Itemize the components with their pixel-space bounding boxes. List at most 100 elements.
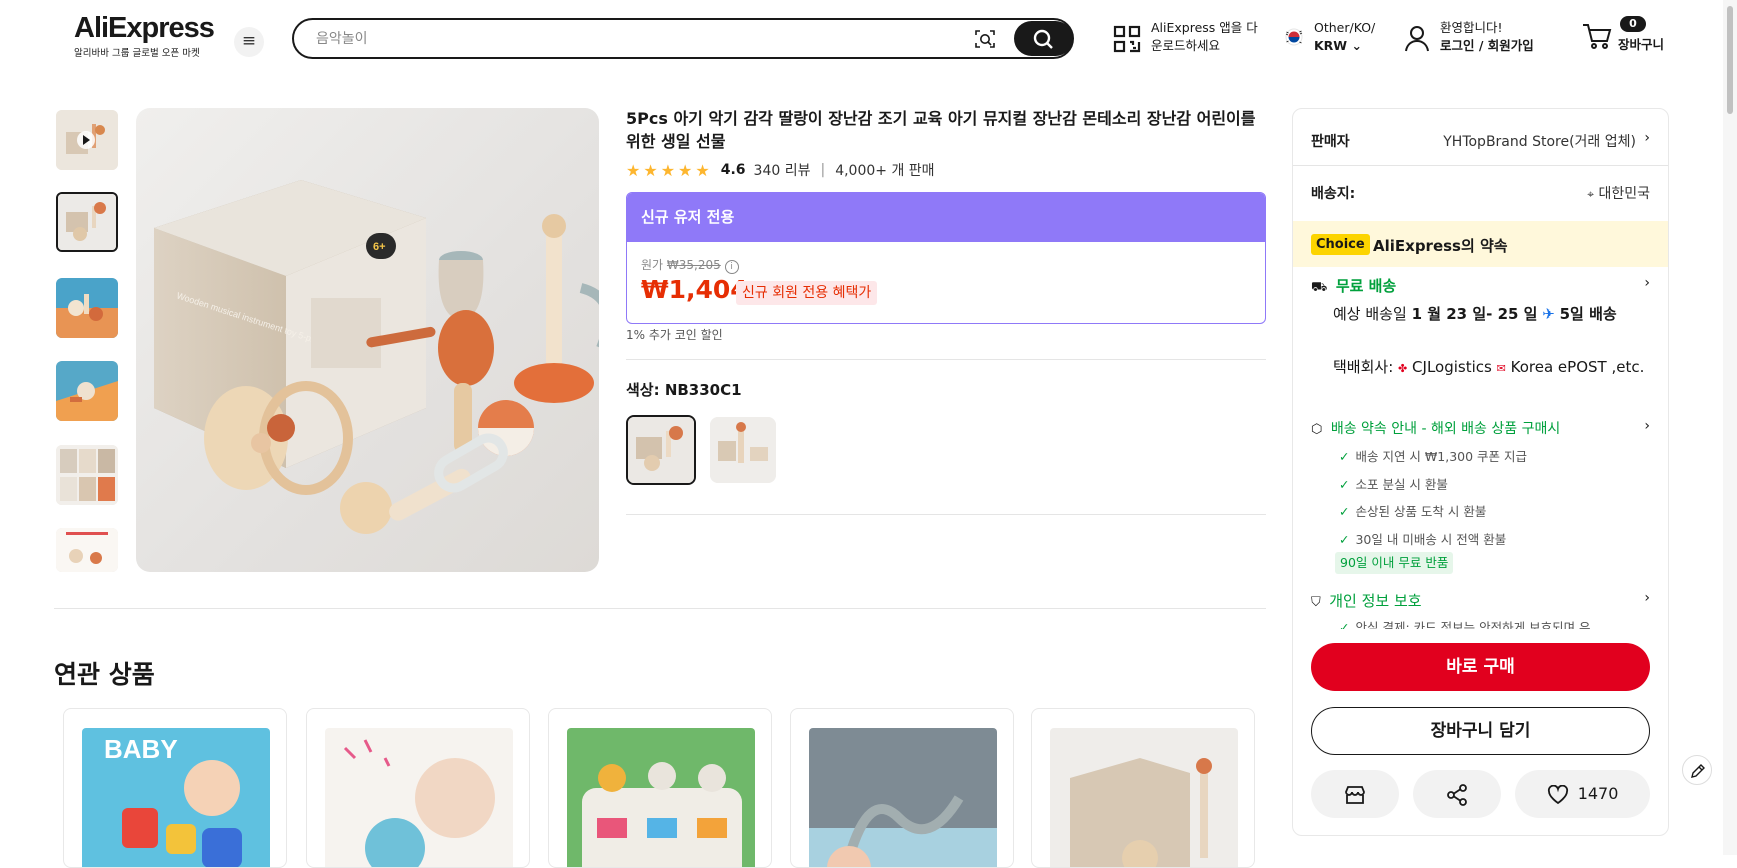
store-icon <box>1345 785 1365 804</box>
ship-to-label: 배송지: <box>1311 186 1356 202</box>
thumb-product-image <box>56 528 118 572</box>
separator: | <box>820 162 826 178</box>
delivery-guarantee-row[interactable]: ⬡ 배송 약속 안내 - 해외 배송 상품 구매시 › <box>1311 418 1650 438</box>
cj-logo-icon: ✤ <box>1398 362 1408 375</box>
search-input[interactable] <box>316 27 936 51</box>
wishlist-button[interactable]: 1470 <box>1515 770 1650 818</box>
rating-row[interactable]: ★ ★ ★ ★ ★ 4.6 340 리뷰 | 4,000+ 개 판매 <box>626 160 935 180</box>
carrier-prefix: 택배회사: <box>1333 358 1394 376</box>
related-product-card[interactable] <box>1031 708 1255 868</box>
ship-to-value: ⌖ 대한민국 <box>1587 183 1650 203</box>
account-greeting: 환영합니다! <box>1440 20 1503 35</box>
baby-text: BABY <box>104 734 178 764</box>
gallery-thumb[interactable] <box>56 528 118 572</box>
shield-icon: ⛉ <box>1311 595 1321 610</box>
related-product-image <box>809 728 997 867</box>
ship-to-row[interactable]: 배송지: ⌖ 대한민국 <box>1311 183 1650 203</box>
search-button[interactable] <box>1014 21 1073 56</box>
swatch-image <box>710 417 776 483</box>
color-label: 색상: NB330C1 <box>626 381 742 399</box>
gallery-thumb[interactable] <box>56 278 118 338</box>
locale-selector[interactable]: Other/KO/ KRW ⌄ <box>1284 18 1384 56</box>
related-product-image: BABY <box>82 728 270 867</box>
related-product-card[interactable] <box>306 708 530 868</box>
product-photo: Wooden musical instrument toy 5-piece se… <box>154 180 599 534</box>
app-download-line1: AliExpress 앱을 다 <box>1151 20 1258 35</box>
location-pin-icon: ⌖ <box>1587 187 1595 201</box>
carrier-cj: CJLogistics <box>1412 358 1492 376</box>
login-signup-link[interactable]: 로그인 / 회원가입 <box>1440 37 1534 55</box>
related-product-card[interactable] <box>548 708 772 868</box>
divider <box>1293 165 1668 166</box>
privacy-item: 안심 결제: 카드 정보는 안전하게 보호되며 유 <box>1339 617 1590 629</box>
gallery-thumb[interactable] <box>56 361 118 421</box>
coin-discount: 1% 추가 코인 할인 <box>626 328 723 342</box>
original-price: 원가 ₩35,205 i <box>641 256 739 274</box>
app-download-line2: 운로드하세요 <box>1151 38 1221 53</box>
review-count[interactable]: 340 리뷰 <box>754 160 811 180</box>
free-shipping-row[interactable]: ⛟ 무료 배송 › <box>1311 275 1650 297</box>
free-shipping-label: 무료 배송 <box>1335 277 1397 295</box>
gallery-thumb[interactable] <box>56 445 118 505</box>
box-badge: 6+ <box>373 241 386 253</box>
divider <box>626 359 1266 360</box>
rating-value: 4.6 <box>720 162 746 178</box>
pencil-icon <box>1691 764 1705 778</box>
search-bar <box>292 18 1074 59</box>
star-icon: ★ <box>678 160 693 180</box>
star-icon: ★ <box>643 160 658 180</box>
sold-count: 4,000+ 개 판매 <box>835 163 935 179</box>
new-member-badge: 신규 회원 전용 혜택가 <box>736 281 878 305</box>
store-button[interactable] <box>1311 770 1399 818</box>
cart-label: 장바구니 <box>1618 37 1665 52</box>
product-photo <box>325 728 513 867</box>
plane-icon: ✈ <box>1542 305 1555 323</box>
site-header: AliExpress 알리바바 그룹 글로벌 오픈 마켓 ≡ AliExpres… <box>0 0 1737 78</box>
seller-row[interactable]: 판매자 YHTopBrand Store(거래 업체) › <box>1311 130 1650 151</box>
image-search-icon[interactable] <box>974 28 996 50</box>
guarantee-item: 손상된 상품 도착 시 환불 <box>1339 501 1486 520</box>
sale-price: ₩1,404 <box>641 275 748 304</box>
thumb-product-image <box>56 445 118 505</box>
box-icon: ⬡ <box>1311 422 1323 437</box>
free-return-badge: 90일 이내 무료 반품 <box>1335 552 1454 574</box>
color-option[interactable] <box>710 417 776 483</box>
ship-to-country: 대한민국 <box>1598 186 1650 202</box>
menu-button[interactable]: ≡ <box>234 27 264 57</box>
search-icon <box>1033 29 1053 49</box>
thumb-product-image <box>58 194 116 250</box>
user-icon <box>1405 26 1429 52</box>
feedback-button[interactable] <box>1682 755 1712 785</box>
product-title: 5Pcs 아기 악기 감각 딸랑이 장난감 조기 교육 아기 뮤지컬 장난감 몬… <box>626 109 1256 151</box>
delivery-dates: 1 월 23 일- 25 일 <box>1411 305 1538 323</box>
guarantee-item: 소포 분실 시 환불 <box>1339 474 1447 493</box>
related-product-card[interactable] <box>790 708 1014 868</box>
seller-name[interactable]: YHTopBrand Store(거래 업체) <box>1443 131 1636 151</box>
logo-subtitle: 알리바바 그룹 글로벌 오픈 마켓 <box>74 48 200 59</box>
gallery-thumb-video[interactable] <box>56 110 118 170</box>
delivery-estimate: 예상 배송일 1 월 23 일- 25 일 ✈ 5일 배송 <box>1333 302 1651 326</box>
account-menu[interactable]: 환영합니다! 로그인 / 회원가입 <box>1404 18 1544 56</box>
product-photo <box>567 728 755 867</box>
add-to-cart-button[interactable]: 장바구니 담기 <box>1311 707 1650 755</box>
related-product-card[interactable]: BABY <box>63 708 287 868</box>
color-option-selected[interactable] <box>626 415 696 485</box>
related-product-image <box>567 728 755 867</box>
share-button[interactable] <box>1413 770 1501 818</box>
cart-count-badge: 0 <box>1620 16 1646 32</box>
buy-now-button[interactable]: 바로 구매 <box>1311 643 1650 691</box>
guarantee-item: 배송 지연 시 ₩1,300 쿠폰 지급 <box>1339 446 1527 465</box>
currency-text: KRW <box>1314 38 1348 53</box>
star-icon: ★ <box>660 160 676 180</box>
info-icon[interactable]: i <box>724 260 739 274</box>
swatch-image <box>628 417 694 483</box>
product-main-image[interactable]: Wooden musical instrument toy 5-piece se… <box>136 108 599 572</box>
product-photo <box>809 728 997 867</box>
cart-button[interactable]: 0 장바구니 <box>1582 16 1672 56</box>
gallery-thumb-selected[interactable] <box>56 192 118 252</box>
privacy-row[interactable]: ⛉ 개인 정보 보호 › <box>1311 590 1650 611</box>
korea-flag-icon <box>1285 28 1303 46</box>
aliexpress-logo[interactable]: AliExpress 알리바바 그룹 글로벌 오픈 마켓 <box>74 12 215 59</box>
scrollbar-thumb[interactable] <box>1727 6 1733 114</box>
page-scrollbar[interactable] <box>1723 0 1737 855</box>
